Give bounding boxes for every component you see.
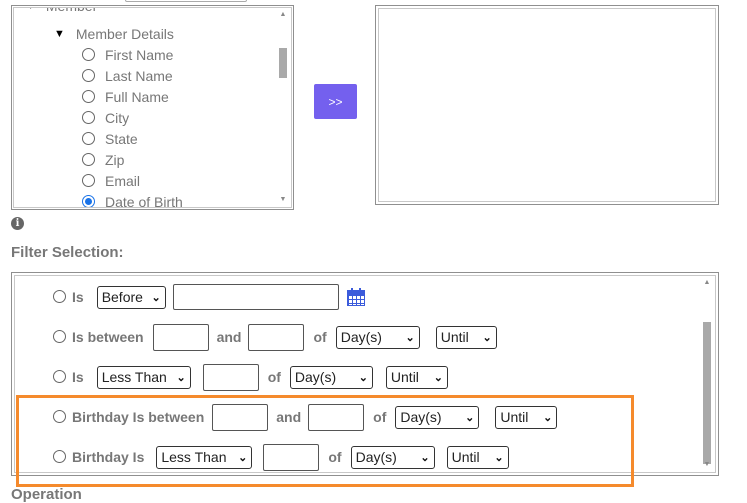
- tree-item-date-of-birth[interactable]: Date of Birth: [82, 191, 183, 208]
- radio-state[interactable]: [82, 131, 95, 145]
- scroll-down-icon[interactable]: ▼: [277, 195, 289, 205]
- tree-parent-label: Member: [46, 8, 97, 17]
- tree-item-last-name[interactable]: Last Name: [82, 65, 173, 86]
- until-value: Until: [390, 369, 419, 385]
- radio-is[interactable]: [53, 289, 66, 303]
- scroll-thumb[interactable]: [279, 48, 287, 78]
- scroll-up-icon[interactable]: ▲: [277, 10, 289, 20]
- operator-select[interactable]: Before ⌄: [96, 285, 166, 309]
- filter-selection-heading: Filter Selection:: [11, 244, 124, 261]
- highlight-box: [16, 395, 634, 487]
- until-value: Until: [440, 329, 469, 345]
- of-label: of: [267, 369, 281, 385]
- radio-zip[interactable]: [82, 152, 95, 166]
- radio-full-name[interactable]: [82, 89, 95, 103]
- radio-city[interactable]: [82, 110, 95, 124]
- tree-item-zip[interactable]: Zip: [82, 149, 124, 170]
- unit-select[interactable]: Day(s) ⌄: [335, 325, 420, 349]
- unit-select[interactable]: Day(s) ⌄: [289, 365, 373, 389]
- operation-heading: Operation: [11, 486, 82, 503]
- scroll-up-icon[interactable]: ▲: [701, 278, 713, 288]
- chevron-down-icon: ⌄: [433, 371, 443, 384]
- tree-item-label: State: [105, 130, 138, 147]
- and-label: and: [216, 329, 242, 345]
- top-cutoff-input[interactable]: [125, 0, 247, 2]
- filter-row-is-between: Is between and of Day(s) ⌄ Until ⌄: [53, 323, 497, 351]
- tree-item-state[interactable]: State: [82, 128, 138, 149]
- tree-item-label: Last Name: [105, 67, 173, 84]
- radio-is-between[interactable]: [53, 329, 66, 343]
- filter-row-label: Is: [72, 289, 84, 305]
- chevron-down-icon: ⌄: [405, 331, 415, 344]
- tree-group-label: Member Details: [75, 25, 174, 42]
- chevron-down-icon: ⌄: [176, 371, 186, 384]
- filter-row-is-less-than: Is Less Than ⌄ of Day(s) ⌄ Until ⌄: [53, 363, 448, 391]
- tree-item-label: City: [105, 109, 130, 126]
- tree-group-member-details[interactable]: ▼ Member Details: [54, 23, 174, 44]
- expanded-triangle-icon[interactable]: ▾: [28, 8, 42, 17]
- operator-select[interactable]: Less Than ⌄: [96, 365, 191, 389]
- between-to-input[interactable]: [248, 323, 305, 351]
- tree-item-label: Date of Birth: [105, 193, 183, 208]
- radio-is-less-than[interactable]: [53, 369, 66, 383]
- unit-value: Day(s): [340, 329, 382, 345]
- operator-value: Before: [101, 289, 143, 305]
- until-select[interactable]: Until ⌄: [385, 365, 448, 389]
- operator-value: Less Than: [101, 369, 167, 385]
- tree-item-label: Email: [105, 172, 141, 189]
- tree-parent-member[interactable]: ▾ Member: [28, 8, 97, 17]
- date-input[interactable]: [172, 284, 339, 310]
- radio-last-name[interactable]: [82, 68, 95, 82]
- of-label: of: [313, 329, 327, 345]
- tree-item-label: First Name: [105, 46, 174, 63]
- between-from-input[interactable]: [152, 323, 209, 351]
- field-tree-list: ▾ Member ▼ Member Details First Name Las…: [13, 7, 292, 208]
- scroll-down-icon[interactable]: ▼: [701, 460, 713, 470]
- selected-fields-panel[interactable]: [375, 5, 719, 205]
- tree-item-city[interactable]: City: [82, 107, 129, 128]
- chevron-down-icon: ⌄: [482, 331, 492, 344]
- tree-item-label: Full Name: [105, 88, 169, 105]
- amount-input[interactable]: [202, 363, 259, 391]
- selected-fields-list: [378, 8, 716, 202]
- tree-item-full-name[interactable]: Full Name: [82, 86, 169, 107]
- tree-item-label: Zip: [105, 151, 125, 168]
- tree-scrollbar[interactable]: ▲ ▼: [277, 10, 289, 205]
- until-select[interactable]: Until ⌄: [435, 325, 497, 349]
- filter-scrollbar[interactable]: ▲ ▼: [701, 278, 713, 470]
- radio-email[interactable]: [82, 173, 95, 187]
- field-tree-panel[interactable]: ▾ Member ▼ Member Details First Name Las…: [11, 5, 294, 210]
- filter-row-label: Is: [72, 369, 84, 385]
- chevron-down-icon: ⌄: [151, 291, 161, 304]
- scroll-thumb[interactable]: [703, 322, 711, 464]
- move-right-button[interactable]: >>: [314, 84, 357, 119]
- expanded-triangle-icon[interactable]: ▼: [54, 24, 68, 45]
- filter-row-is-before: Is Before ⌄: [53, 283, 365, 311]
- tree-item-first-name[interactable]: First Name: [82, 44, 173, 65]
- radio-first-name[interactable]: [82, 47, 95, 61]
- info-icon[interactable]: i: [11, 217, 24, 230]
- tree-item-email[interactable]: Email: [82, 170, 140, 191]
- chevron-down-icon: ⌄: [358, 371, 368, 384]
- radio-date-of-birth[interactable]: [82, 194, 95, 207]
- calendar-icon[interactable]: [346, 288, 365, 306]
- unit-value: Day(s): [294, 369, 337, 385]
- filter-row-label: Is between: [72, 329, 144, 345]
